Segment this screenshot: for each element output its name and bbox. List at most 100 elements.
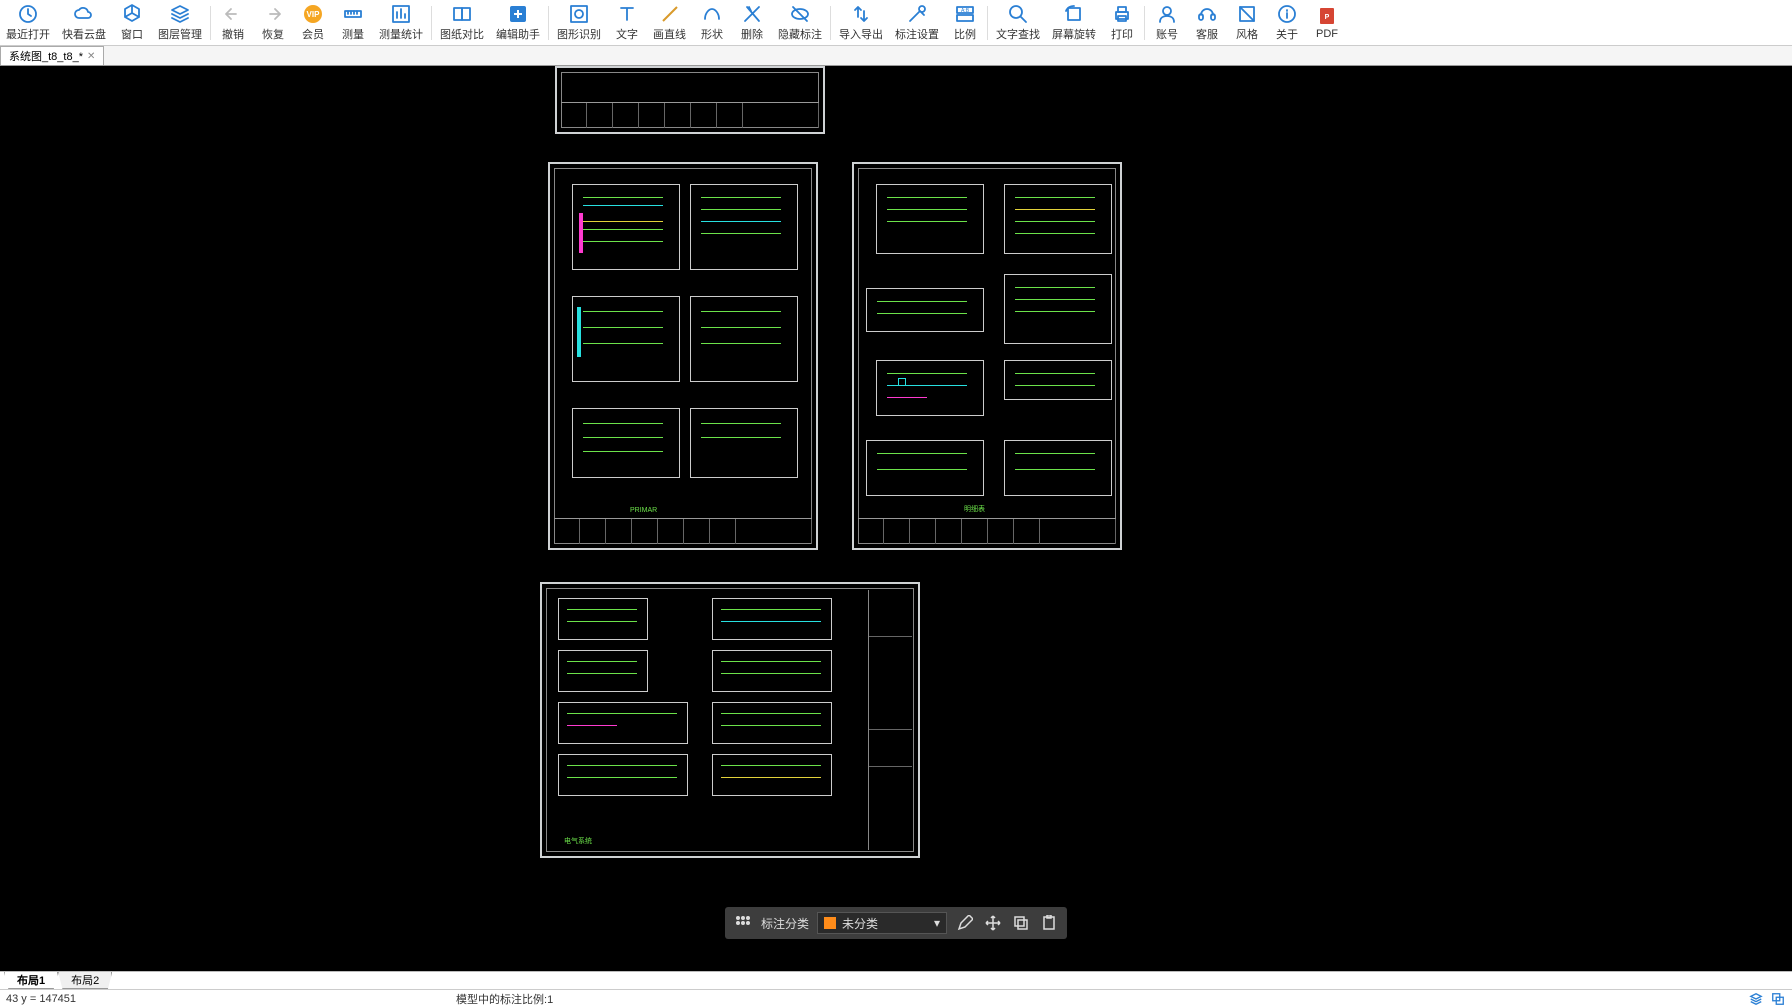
vip-icon: VIP <box>302 3 324 25</box>
svg-text:A:B: A:B <box>961 8 970 14</box>
toolbar-label: 画直线 <box>653 26 686 42</box>
edit-asst-icon <box>507 3 529 25</box>
toolbar-label: PDF <box>1316 28 1338 40</box>
account-button[interactable]: 账号 <box>1147 1 1187 44</box>
drawing-sheet: 明细表 <box>852 162 1122 550</box>
document-tab[interactable]: 系统图_t8_t8_* ✕ <box>0 46 104 65</box>
find-text-icon <box>1007 3 1029 25</box>
drawing-label: 电气系统 <box>564 836 592 846</box>
style-button[interactable]: 风格 <box>1227 1 1267 44</box>
measure-icon <box>342 3 364 25</box>
layer-mgr-button[interactable]: 图层管理 <box>152 1 208 44</box>
style-icon <box>1236 3 1258 25</box>
toolbar-label: 打印 <box>1111 26 1133 42</box>
shape-icon <box>701 3 723 25</box>
statusbar: 43 y = 147451 模型中的标注比例:1 <box>0 989 1792 1008</box>
import-export-button[interactable]: 导入导出 <box>833 1 889 44</box>
edit-icon[interactable] <box>955 913 975 933</box>
undo-button[interactable]: 撤销 <box>213 1 253 44</box>
layout-tab[interactable]: 布局2 <box>58 972 112 989</box>
drawing-sheet: PRIMAR <box>548 162 818 550</box>
scale-button[interactable]: A:B比例 <box>945 1 985 44</box>
support-icon <box>1196 3 1218 25</box>
text-icon <box>616 3 638 25</box>
toolbar-label: 屏幕旋转 <box>1052 26 1096 42</box>
toolbar-label: 图纸对比 <box>440 26 484 42</box>
import-export-icon <box>850 3 872 25</box>
scale-icon: A:B <box>954 3 976 25</box>
copy-icon[interactable] <box>1011 913 1031 933</box>
rotate-button[interactable]: 屏幕旋转 <box>1046 1 1102 44</box>
shape-button[interactable]: 形状 <box>692 1 732 44</box>
document-tab-label: 系统图_t8_t8_* <box>9 48 83 64</box>
layer-mgr-icon <box>169 3 191 25</box>
shape-rec-button[interactable]: 图形识别 <box>551 1 607 44</box>
vip-button[interactable]: VIP会员 <box>293 1 333 44</box>
rotate-icon <box>1063 3 1085 25</box>
delete-icon <box>741 3 763 25</box>
copy-status-icon[interactable] <box>1770 991 1786 1007</box>
toolbar-label: 撤销 <box>222 26 244 42</box>
grid-icon[interactable] <box>733 913 753 933</box>
undo-icon <box>222 3 244 25</box>
svg-text:P: P <box>1325 14 1330 21</box>
scale-readout: 模型中的标注比例:1 <box>456 994 553 1006</box>
toolbar-label: 测量统计 <box>379 26 423 42</box>
chevron-down-icon: ▾ <box>934 916 940 930</box>
move-icon[interactable] <box>983 913 1003 933</box>
hide-ann-icon <box>789 3 811 25</box>
compare-button[interactable]: 图纸对比 <box>434 1 490 44</box>
annotation-category-value: 未分类 <box>842 915 878 932</box>
toolbar-label: 风格 <box>1236 26 1258 42</box>
shape-rec-icon <box>568 3 590 25</box>
print-button[interactable]: 打印 <box>1102 1 1142 44</box>
about-button[interactable]: 关于 <box>1267 1 1307 44</box>
coords-readout: 43 y = 147451 <box>6 993 76 1005</box>
toolbar-label: 标注设置 <box>895 26 939 42</box>
toolbar-label: 隐藏标注 <box>778 26 822 42</box>
about-icon <box>1276 3 1298 25</box>
document-tabstrip: 系统图_t8_t8_* ✕ <box>0 46 1792 66</box>
measure-button[interactable]: 测量 <box>333 1 373 44</box>
toolbar-label: 最近打开 <box>6 26 50 42</box>
compare-icon <box>451 3 473 25</box>
layers-icon[interactable] <box>1748 991 1764 1007</box>
toolbar-label: 形状 <box>701 26 723 42</box>
window-button[interactable]: 窗口 <box>112 1 152 44</box>
drawing-sheet: 电气系统 <box>540 582 920 858</box>
toolbar-label: 导入导出 <box>839 26 883 42</box>
redo-button[interactable]: 恢复 <box>253 1 293 44</box>
ann-settings-button[interactable]: 标注设置 <box>889 1 945 44</box>
measure-stat-icon <box>390 3 412 25</box>
annotation-toolbar: 标注分类 未分类 ▾ <box>725 907 1067 939</box>
paste-icon[interactable] <box>1039 913 1059 933</box>
annotation-category-dropdown[interactable]: 未分类 ▾ <box>817 912 947 934</box>
recent-open-button[interactable]: 最近打开 <box>0 1 56 44</box>
line-icon <box>659 3 681 25</box>
annotation-category-label: 标注分类 <box>761 915 809 932</box>
cloud-disk-icon <box>73 3 95 25</box>
text-button[interactable]: 文字 <box>607 1 647 44</box>
hide-ann-button[interactable]: 隐藏标注 <box>772 1 828 44</box>
layout-tab[interactable]: 布局1 <box>4 972 58 989</box>
pdf-button[interactable]: P PDF <box>1307 3 1347 42</box>
cloud-disk-button[interactable]: 快看云盘 <box>56 1 112 44</box>
close-icon[interactable]: ✕ <box>87 51 95 62</box>
drawing-label: PRIMAR <box>630 507 657 514</box>
support-button[interactable]: 客服 <box>1187 1 1227 44</box>
line-button[interactable]: 画直线 <box>647 1 692 44</box>
toolbar-label: 客服 <box>1196 26 1218 42</box>
toolbar-label: 账号 <box>1156 26 1178 42</box>
toolbar-label: 文字查找 <box>996 26 1040 42</box>
toolbar-label: 测量 <box>342 26 364 42</box>
drawing-label: 明细表 <box>964 504 985 514</box>
recent-open-icon <box>17 3 39 25</box>
ann-settings-icon <box>906 3 928 25</box>
delete-button[interactable]: 删除 <box>732 1 772 44</box>
toolbar-label: 窗口 <box>121 26 143 42</box>
measure-stat-button[interactable]: 测量统计 <box>373 1 429 44</box>
drawing-canvas[interactable]: PRIMAR <box>0 66 1792 971</box>
edit-asst-button[interactable]: 编辑助手 <box>490 1 546 44</box>
color-swatch <box>824 917 836 929</box>
find-text-button[interactable]: 文字查找 <box>990 1 1046 44</box>
